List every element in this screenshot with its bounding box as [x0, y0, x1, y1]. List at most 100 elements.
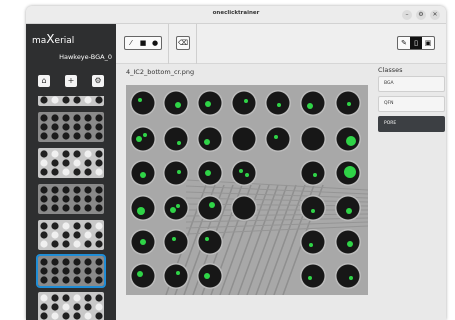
- solder-ball: [232, 161, 256, 185]
- sidebar: maXerial Hawkeye-BGA_0 ⌂ + ⚙: [26, 24, 116, 320]
- pore-annotation: [277, 103, 281, 107]
- home-icon: ⌂: [41, 76, 47, 85]
- pore-annotation: [244, 99, 248, 103]
- solder-ball: [301, 264, 325, 288]
- toolbar-divider: [196, 24, 197, 64]
- pore-annotation: [344, 166, 356, 178]
- pore-annotation: [308, 276, 312, 280]
- pore-annotation: [138, 98, 142, 102]
- solder-ball: [232, 91, 256, 115]
- solder-ball: [266, 127, 290, 151]
- xray-background: [126, 85, 368, 295]
- gear-icon: ⚙: [94, 76, 102, 85]
- thumbnail-item[interactable]: [38, 112, 104, 142]
- thumbnail-item[interactable]: [38, 184, 104, 214]
- solder-ball: [198, 196, 222, 220]
- title-bar: oneclicktrainer – ⚙ ✕: [26, 6, 446, 24]
- pore-annotation: [204, 139, 210, 145]
- thumbnail-list[interactable]: [26, 96, 116, 320]
- class-qfn-button[interactable]: QFN: [378, 96, 445, 112]
- solder-ball: [336, 196, 360, 220]
- solder-ball: [198, 230, 222, 254]
- wand-icon[interactable]: ⁄: [125, 37, 137, 49]
- pore-annotation: [274, 135, 278, 139]
- pore-annotation: [346, 136, 356, 146]
- xray-image-canvas[interactable]: [126, 85, 368, 295]
- pore-annotation: [309, 243, 313, 247]
- pore-annotation: [175, 102, 181, 108]
- classes-heading: Classes: [378, 66, 403, 74]
- pore-annotation: [349, 276, 353, 280]
- pore-annotation: [177, 170, 181, 174]
- solder-ball: [164, 161, 188, 185]
- rectangle-icon[interactable]: ■: [137, 37, 149, 49]
- pore-annotation: [205, 170, 211, 176]
- solder-ball: [266, 91, 290, 115]
- solder-ball: [232, 196, 256, 220]
- solder-ball: [301, 161, 325, 185]
- xray-image[interactable]: [126, 85, 368, 295]
- add-button[interactable]: +: [65, 75, 77, 87]
- solder-ball: [301, 91, 325, 115]
- pore-annotation: [347, 241, 353, 247]
- pore-annotation: [140, 172, 146, 178]
- pore-annotation: [347, 102, 351, 106]
- solder-ball: [164, 264, 188, 288]
- solder-ball: [164, 230, 188, 254]
- solder-ball: [232, 127, 256, 151]
- plus-icon: +: [67, 76, 75, 85]
- clipboard-icon[interactable]: ▯: [410, 37, 422, 49]
- close-button[interactable]: ✕: [430, 10, 440, 20]
- annotate-icon[interactable]: ✎: [398, 37, 410, 49]
- eraser-icon[interactable]: ⌫: [177, 37, 189, 49]
- thumbnail-item[interactable]: [38, 220, 104, 250]
- toolbar: ⁄ ■ ● ⌫ ✎ ▯ ▣: [116, 24, 446, 64]
- image-filename: 4_IC2_bottom_cr.png: [126, 68, 195, 76]
- settings-button[interactable]: ⚙: [92, 75, 104, 87]
- pore-annotation: [176, 204, 180, 208]
- tool-group-eraser: ⌫: [176, 36, 190, 50]
- solder-ball: [131, 127, 155, 151]
- solder-ball: [164, 196, 188, 220]
- pore-annotation: [176, 271, 180, 275]
- pore-annotation: [172, 237, 176, 241]
- pore-annotation: [311, 209, 315, 213]
- pore-annotation: [313, 173, 317, 177]
- minimize-button[interactable]: –: [402, 10, 412, 20]
- tool-group-left: ⁄ ■ ●: [124, 36, 162, 50]
- circle-icon[interactable]: ●: [149, 37, 161, 49]
- solder-ball: [301, 230, 325, 254]
- pore-annotation: [204, 273, 210, 279]
- pore-annotation: [136, 136, 142, 142]
- thumbnail-item[interactable]: [38, 148, 104, 178]
- pore-annotation: [137, 207, 145, 215]
- pore-annotation: [245, 173, 249, 177]
- pore-annotation: [346, 208, 352, 214]
- pore-annotation: [137, 271, 143, 277]
- pore-annotation: [239, 169, 243, 173]
- solder-ball: [131, 264, 155, 288]
- solder-ball: [336, 264, 360, 288]
- thumbnail-item[interactable]: [38, 292, 104, 320]
- project-name: Hawkeye-BGA_0: [59, 53, 112, 61]
- thumbnail-item[interactable]: [36, 254, 106, 288]
- pore-annotation: [177, 141, 181, 145]
- solder-ball: [164, 127, 188, 151]
- toolbar-divider: [168, 24, 169, 64]
- class-pore-button[interactable]: PORE: [378, 116, 445, 132]
- pore-annotation: [205, 237, 209, 241]
- save-icon[interactable]: ▣: [422, 37, 434, 49]
- pore-annotation: [140, 239, 146, 245]
- pore-annotation: [205, 101, 211, 107]
- pore-annotation: [209, 202, 215, 208]
- home-button[interactable]: ⌂: [38, 75, 50, 87]
- pore-annotation: [170, 207, 176, 213]
- settings-icon[interactable]: ⚙: [416, 10, 426, 20]
- class-bga-button[interactable]: BGA: [378, 76, 445, 92]
- logo: maXerial: [32, 32, 75, 46]
- pore-annotation: [307, 103, 313, 109]
- solder-ball: [131, 91, 155, 115]
- tool-group-right: ✎ ▯ ▣: [397, 36, 435, 50]
- thumbnail-item[interactable]: [38, 96, 104, 106]
- solder-ball: [301, 196, 325, 220]
